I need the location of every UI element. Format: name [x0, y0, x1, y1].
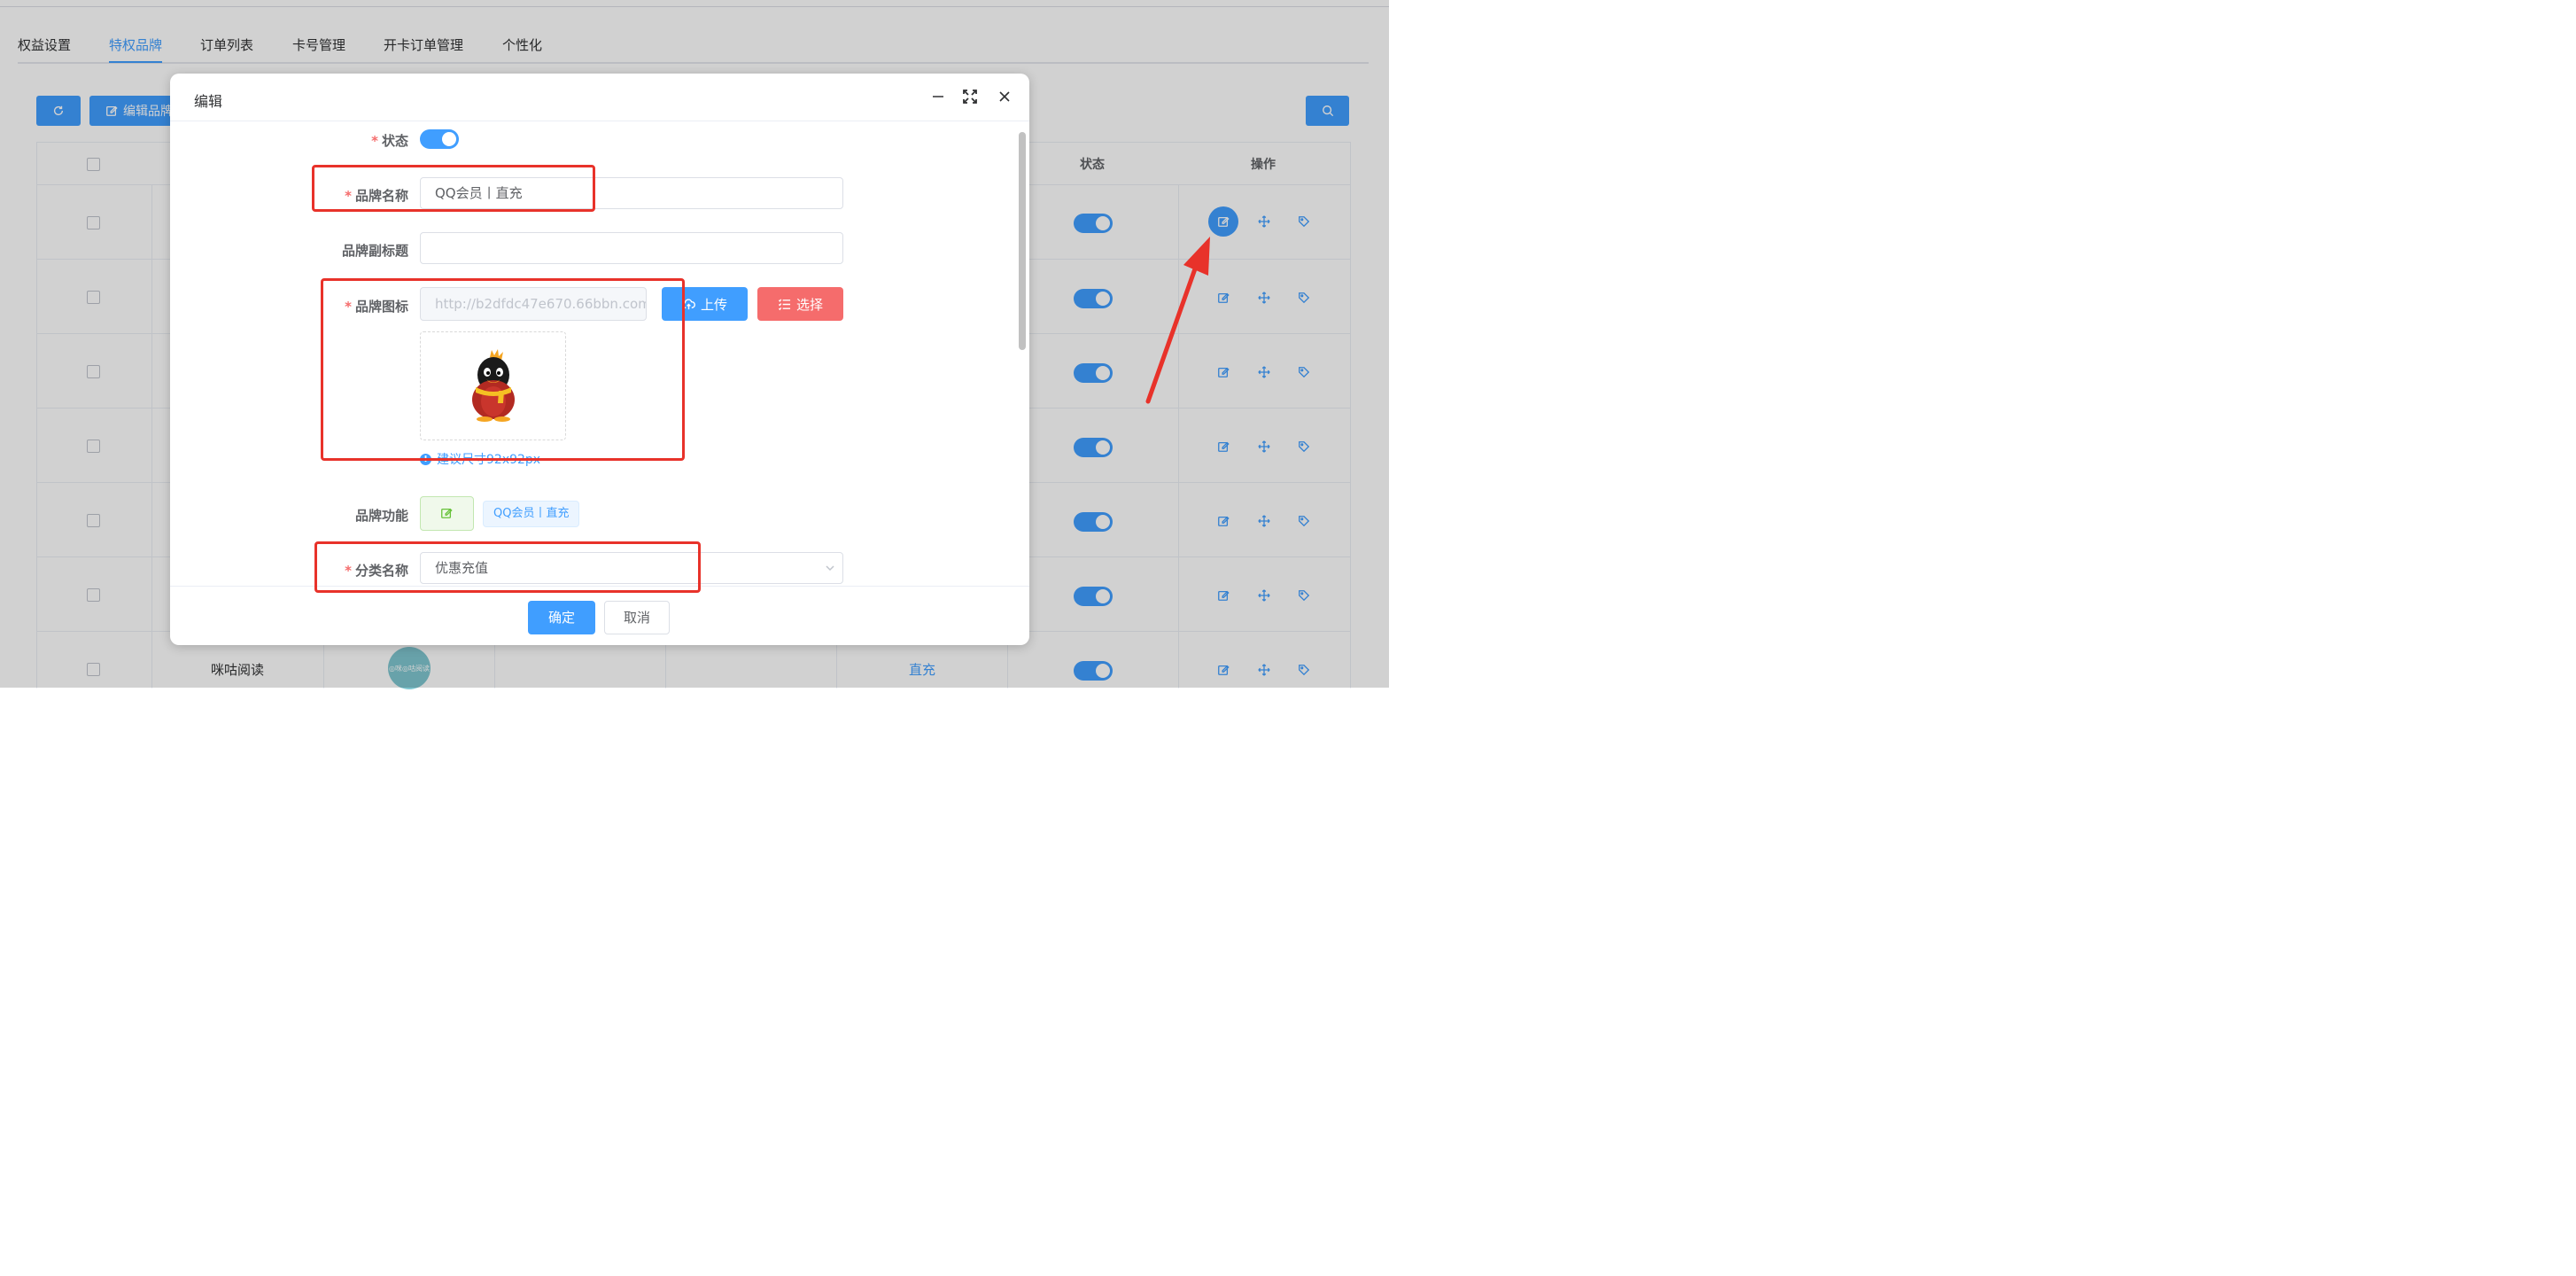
function-tag[interactable]: QQ会员丨直充	[483, 501, 580, 527]
minimize-button[interactable]	[930, 89, 946, 105]
dialog-title: 编辑	[194, 93, 223, 110]
brand-subtitle-input[interactable]	[420, 232, 843, 264]
list-icon	[778, 298, 791, 310]
select-label: 选择	[795, 296, 823, 313]
annotation-arrow	[1145, 237, 1210, 404]
function-edit-button[interactable]	[420, 496, 474, 531]
close-icon	[999, 91, 1010, 102]
close-button[interactable]	[997, 89, 1013, 105]
edit-icon	[441, 508, 453, 518]
brand-function-label: 品牌功能	[354, 508, 408, 524]
cancel-button[interactable]: 取消	[604, 601, 670, 634]
dialog-scrollbar[interactable]	[1019, 132, 1026, 586]
annotation-box-brand-icon	[321, 278, 685, 461]
select-image-button[interactable]: 选择	[757, 287, 843, 321]
annotation-box-brand-name	[312, 165, 595, 212]
chevron-down-icon	[826, 565, 834, 572]
scrollbar-thumb[interactable]	[1019, 132, 1026, 350]
brand-subtitle-label: 品牌副标题	[341, 243, 408, 259]
expand-icon	[963, 89, 977, 104]
required-mark: *	[371, 133, 378, 149]
status-switch[interactable]	[420, 129, 459, 149]
status-label: * 状态	[371, 133, 408, 149]
annotation-box-category	[314, 541, 701, 593]
confirm-button[interactable]: 确定	[528, 601, 595, 634]
minimize-icon	[933, 96, 943, 97]
dialog-footer: 确定 取消	[170, 586, 1029, 645]
dialog-header: 编辑	[170, 74, 1029, 121]
maximize-button[interactable]	[962, 89, 978, 105]
upload-label: 上传	[700, 296, 727, 313]
